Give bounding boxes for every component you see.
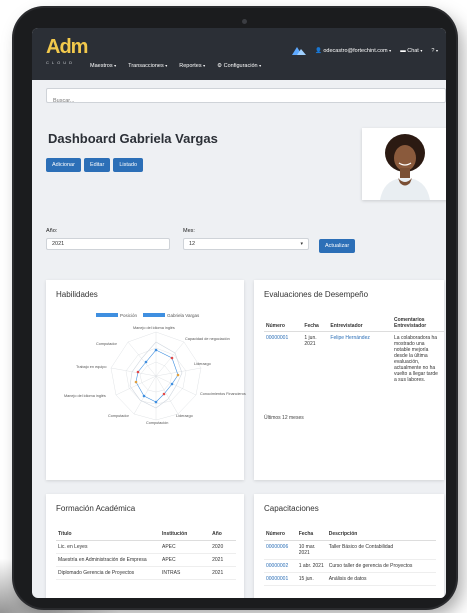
menu-maestros[interactable]: Maestros ▾ [90,63,116,69]
search-input[interactable] [47,94,445,108]
chat-menu[interactable]: ▬ Chat ▾ [400,48,422,54]
training-number-link[interactable]: 00000006 [266,544,288,550]
skills-card: Habilidades Posición Gabriela Vargas Man… [46,280,246,480]
education-title: Formación Académica [56,504,136,513]
camera [242,19,247,24]
table-row: Diplomado Gerencia de Proyectos INTRAS 2… [56,566,236,580]
radar-axis-label: Computación [146,421,168,425]
action-buttons: Adicionar Editar Listado [46,158,144,172]
year-label: Año: [46,228,58,234]
col-title[interactable]: Título [56,528,160,541]
user-menu[interactable]: 👤 odecastro@fortechint.com ▾ [315,48,391,54]
evaluation-number-link[interactable]: 00000001 [266,335,288,341]
col-description[interactable]: Descripción [326,528,436,541]
evaluations-footnote: Últimos 12 meses [264,415,304,421]
radar-axis-label: Manejo del idioma inglés [133,326,175,330]
radar-axis-label: Capacidad de negociación [185,337,230,341]
trainings-card: Capacitaciones Número Fecha Descripción … [254,494,444,598]
table-row: 00000001 15 jun. Análisis de datos [264,572,436,586]
education-table: Título Institución Año Lic. en Leyes APE… [56,528,236,580]
col-institution[interactable]: Institución [160,528,211,541]
top-navbar: Adm CLOUD Maestros ▾ Transacciones ▾ Rep… [32,28,446,80]
radar-axis-label: Liderazgo [176,414,193,418]
menu-configuracion[interactable]: ⚙ Configuración ▾ [217,63,261,69]
training-number-link[interactable]: 00000001 [266,576,288,582]
month-label: Mes: [183,228,195,234]
help-icon: ? [431,47,435,54]
trainings-title: Capacitaciones [264,504,319,513]
update-button[interactable]: Actualizar [319,239,356,253]
employee-photo-card [362,128,446,200]
menu-reportes[interactable]: Reportes ▾ [179,63,205,69]
menu-transacciones[interactable]: Transacciones ▾ [128,63,167,69]
trainings-table: Número Fecha Descripción 00000006 10 mar… [264,528,436,586]
year-input[interactable]: 2021 [46,238,170,250]
education-card: Formación Académica Título Institución A… [46,494,244,598]
col-comments[interactable]: Comentarios Entrevistador [392,315,444,332]
mountain-logo-icon[interactable] [291,46,306,55]
nav-right: 👤 odecastro@fortechint.com ▾ ▬ Chat ▾ ? … [291,46,438,55]
radar-axis-label: Computador [96,342,118,346]
radar-axis-label: Liderazgo [194,362,211,366]
app-screen: Adm CLOUD Maestros ▾ Transacciones ▾ Rep… [32,28,446,598]
chevron-down-icon: ▾ [300,241,303,247]
help-menu[interactable]: ? ▾ [431,48,438,54]
col-date[interactable]: Fecha [296,528,327,541]
legend-person[interactable]: Gabriela Vargas [143,313,199,318]
skills-title: Habilidades [56,290,98,299]
skills-radar-chart: Manejo del idioma inglés Capacidad de ne… [64,326,246,425]
table-row: 00000001 1 jun. 2021 Felipe Hernández La… [264,332,444,387]
evaluations-card: Evaluaciones de Desempeño Número Fecha E… [254,280,444,480]
radar-axis-label: Manejo del idioma inglés [64,394,106,398]
interviewer-link[interactable]: Felipe Hernández [330,335,369,341]
col-interviewer[interactable]: Entrevistador [328,315,392,332]
skills-legend: Posición Gabriela Vargas [96,313,199,318]
edit-button[interactable]: Editar [83,158,111,172]
chat-icon: ▬ [400,47,406,54]
main-menu: Maestros ▾ Transacciones ▾ Reportes ▾ ⚙ … [90,63,261,69]
employee-photo [362,128,446,200]
month-select[interactable]: 12 ▾ [183,238,309,250]
col-number[interactable]: Número [264,315,303,332]
radar-axis-label: Trabajo en equipo [76,365,106,369]
app-logo[interactable]: Adm [46,36,88,59]
table-row: Lic. en Leyes APEC 2020 [56,540,236,554]
gear-icon: ⚙ [217,63,223,69]
col-number[interactable]: Número [264,528,297,541]
app-logo-subtitle: CLOUD [46,60,76,65]
evaluations-title: Evaluaciones de Desempeño [264,290,369,299]
table-row: 00000006 10 mar. 2021 Taller Básico de C… [264,540,436,560]
add-button[interactable]: Adicionar [46,158,81,172]
col-year[interactable]: Año [210,528,236,541]
radar-axis-label: Conocimientos Financieros [200,392,246,396]
comment-text: La colaboradora ha mostrado una notable … [394,335,438,383]
user-icon: 👤 [314,47,322,54]
page-title: Dashboard Gabriela Vargas [48,131,218,146]
table-row: 00000002 1 abr. 2021 Curso taller de ger… [264,559,436,573]
training-number-link[interactable]: 00000002 [266,563,288,569]
col-date[interactable]: Fecha [302,315,329,332]
list-button[interactable]: Listado [113,158,144,172]
search-box [46,88,446,108]
legend-position[interactable]: Posición [96,313,137,318]
radar-axis-label: Computador [108,414,130,418]
evaluations-table: Número Fecha Entrevistador Comentarios E… [264,315,444,386]
table-row: Maestría en Administración de Empresa AP… [56,553,236,567]
